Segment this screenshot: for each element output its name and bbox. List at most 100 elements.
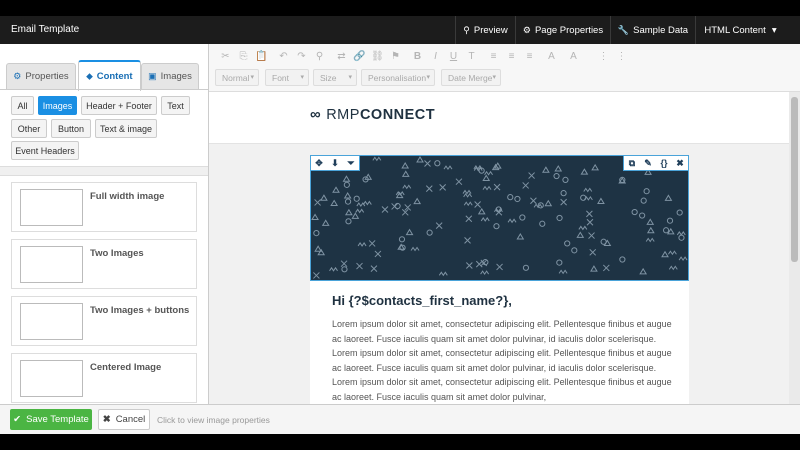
numbered-list-icon[interactable]: ⋮ — [595, 48, 612, 65]
date-merge-dropdown[interactable]: Date Merge ▾ — [441, 69, 501, 86]
filter-icon[interactable]: ⏷ — [343, 156, 359, 170]
gear-icon: ⚙ — [13, 71, 22, 81]
paste-icon[interactable]: 📋 — [253, 48, 270, 65]
date-merge-dropdown-label: Date Merge — [448, 72, 493, 83]
personalisation-dropdown[interactable]: Personalisation ▾ — [361, 69, 435, 86]
undo-icon[interactable]: ↶ — [275, 48, 292, 65]
tab-images[interactable]: ▣ Images — [141, 63, 199, 90]
unlink-icon[interactable]: ⛓ — [369, 48, 386, 65]
filter-button[interactable]: Button — [51, 119, 91, 138]
personalisation-dropdown-label: Personalisation — [368, 72, 427, 83]
filter-text[interactable]: Text — [161, 96, 190, 115]
scrollbar-thumb[interactable] — [791, 97, 798, 262]
pattern-shape — [482, 185, 492, 191]
bg-color-icon[interactable]: A — [565, 48, 582, 65]
top-bar: Email Template ⚲ Preview ⚙ Page Properti… — [0, 16, 800, 44]
tab-divider — [0, 89, 208, 90]
sample-data-button[interactable]: 🔧 Sample Data — [610, 16, 695, 44]
block-two-images[interactable]: Two Images — [11, 239, 197, 289]
pattern-shape — [507, 218, 517, 224]
pattern-shape — [362, 200, 372, 206]
sample-data-label: Sample Data — [633, 24, 689, 36]
save-template-label: Save Template — [26, 414, 89, 425]
pattern-shape — [558, 269, 568, 275]
canvas-scrollbar[interactable] — [789, 92, 800, 404]
redo-icon[interactable]: ↷ — [293, 48, 310, 65]
duplicate-icon[interactable]: ⧉ — [624, 156, 640, 170]
pattern-shape — [329, 266, 338, 272]
move-icon[interactable]: ✥ — [311, 156, 327, 170]
find-icon[interactable]: ⚲ — [311, 48, 328, 65]
body-paragraph: Lorem ipsum dolor sit amet, consectetur … — [332, 319, 672, 402]
cut-icon[interactable]: ✂ — [217, 48, 234, 65]
filter-images[interactable]: Images — [38, 96, 77, 115]
pattern-shape — [372, 156, 382, 162]
close-icon[interactable]: ✖ — [672, 156, 688, 170]
banner-image[interactable] — [310, 155, 689, 281]
italic-icon[interactable]: I — [427, 48, 444, 65]
underline-icon[interactable]: U — [445, 48, 462, 65]
pattern-shape — [455, 178, 463, 186]
pattern-shape — [344, 208, 353, 216]
pattern-shape — [317, 248, 326, 256]
filter-header-footer[interactable]: Header + Footer — [81, 96, 157, 115]
filter-text-image[interactable]: Text & image — [95, 119, 157, 138]
filter-all[interactable]: All — [11, 96, 34, 115]
block-label: Centered Image — [90, 362, 162, 373]
bullet-list-icon[interactable]: ⋮ — [613, 48, 630, 65]
filter-event-headers[interactable]: Event Headers — [11, 141, 79, 160]
align-center-icon[interactable]: ≡ — [503, 48, 520, 65]
pattern-shape — [560, 190, 567, 197]
page-properties-button[interactable]: ⚙ Page Properties — [515, 16, 610, 44]
link-icon[interactable]: 🔗 — [351, 48, 368, 65]
clear-format-icon[interactable]: T — [463, 48, 480, 65]
pattern-shape — [402, 184, 412, 190]
format-dropdown-label: Normal — [222, 72, 250, 83]
wrench-icon: 🔧 — [617, 24, 630, 35]
tag-icon: ⬥ — [86, 71, 93, 81]
pattern-shape — [462, 189, 472, 195]
block-centered-image[interactable]: Centered Image — [11, 353, 197, 403]
pattern-shape — [554, 165, 563, 172]
align-left-icon[interactable]: ≡ — [485, 48, 502, 65]
pattern-shape — [668, 265, 678, 271]
pattern-shape — [507, 194, 514, 201]
font-dropdown[interactable]: Font ▾ — [265, 69, 309, 86]
search-icon: ⚲ — [463, 24, 470, 35]
replace-icon[interactable]: ⇄ — [333, 48, 350, 65]
flag-icon[interactable]: ⚑ — [387, 48, 404, 65]
edit-icon[interactable]: ✎ — [640, 156, 656, 170]
cancel-button[interactable]: ✖ Cancel — [98, 409, 150, 430]
code-icon[interactable]: {} — [656, 156, 672, 170]
align-right-icon[interactable]: ≡ — [521, 48, 538, 65]
copy-icon[interactable]: ⎘ — [235, 48, 252, 65]
pattern-shape — [600, 238, 607, 245]
block-thumbnail — [20, 246, 83, 283]
preview-button[interactable]: ⚲ Preview — [455, 16, 515, 44]
pattern-shape — [643, 188, 650, 195]
filter-other[interactable]: Other — [11, 119, 47, 138]
pattern-shape — [320, 194, 328, 201]
save-template-button[interactable]: ✔ Save Template — [10, 409, 92, 430]
pattern-shape — [313, 230, 320, 237]
pattern-shape — [544, 199, 553, 207]
pattern-shape — [539, 220, 546, 227]
pattern-shape — [465, 262, 473, 269]
tab-properties[interactable]: ⚙ Properties — [6, 63, 76, 90]
pattern-shape — [560, 198, 567, 206]
pattern-shape — [463, 201, 473, 207]
format-dropdown[interactable]: Normal ▾ — [215, 69, 259, 86]
bold-icon[interactable]: B — [409, 48, 426, 65]
move-down-icon[interactable]: ⬇ — [327, 156, 343, 170]
tab-content[interactable]: ⬥ Content — [78, 60, 141, 91]
block-two-images-buttons[interactable]: Two Images + buttons — [11, 296, 197, 346]
block-full-width-image[interactable]: Full width image — [11, 182, 197, 232]
font-color-icon[interactable]: A — [543, 48, 560, 65]
pattern-shape — [484, 170, 493, 176]
pattern-shape — [589, 248, 597, 256]
pattern-shape — [368, 240, 376, 247]
pattern-shape — [664, 194, 673, 201]
size-dropdown[interactable]: Size ▾ — [313, 69, 357, 86]
email-body-block[interactable]: Hi {?$contacts_first_name?}, Lorem ipsum… — [310, 281, 689, 404]
html-content-dropdown[interactable]: HTML Content ▾ — [695, 16, 785, 44]
